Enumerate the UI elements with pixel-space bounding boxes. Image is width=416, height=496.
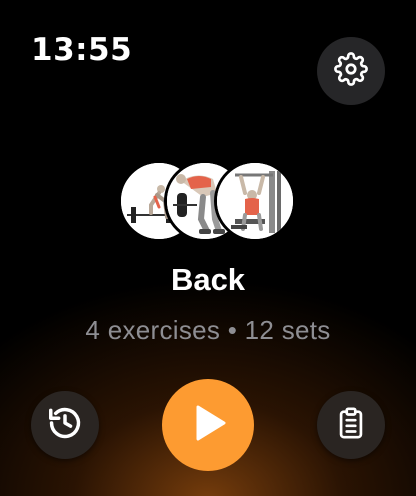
exercise-list-button[interactable]	[317, 391, 385, 459]
workout-title: Back	[170, 262, 246, 297]
play-icon	[186, 401, 230, 450]
workout-summary: 4 exercises • 12 sets	[85, 315, 331, 345]
lat-pulldown-thumbnail	[214, 160, 296, 242]
clipboard-list-icon	[334, 406, 368, 445]
gear-icon	[334, 51, 368, 91]
lat-pulldown-icon	[217, 163, 293, 239]
exercise-thumbnails	[118, 160, 300, 242]
settings-button[interactable]	[317, 37, 385, 105]
clock-time: 13:55	[31, 32, 133, 68]
start-workout-button[interactable]	[162, 379, 254, 471]
workout-screen: 13:55 Back 4 exercises • 12 sets	[0, 0, 416, 496]
history-icon	[46, 404, 84, 447]
history-button[interactable]	[31, 391, 99, 459]
